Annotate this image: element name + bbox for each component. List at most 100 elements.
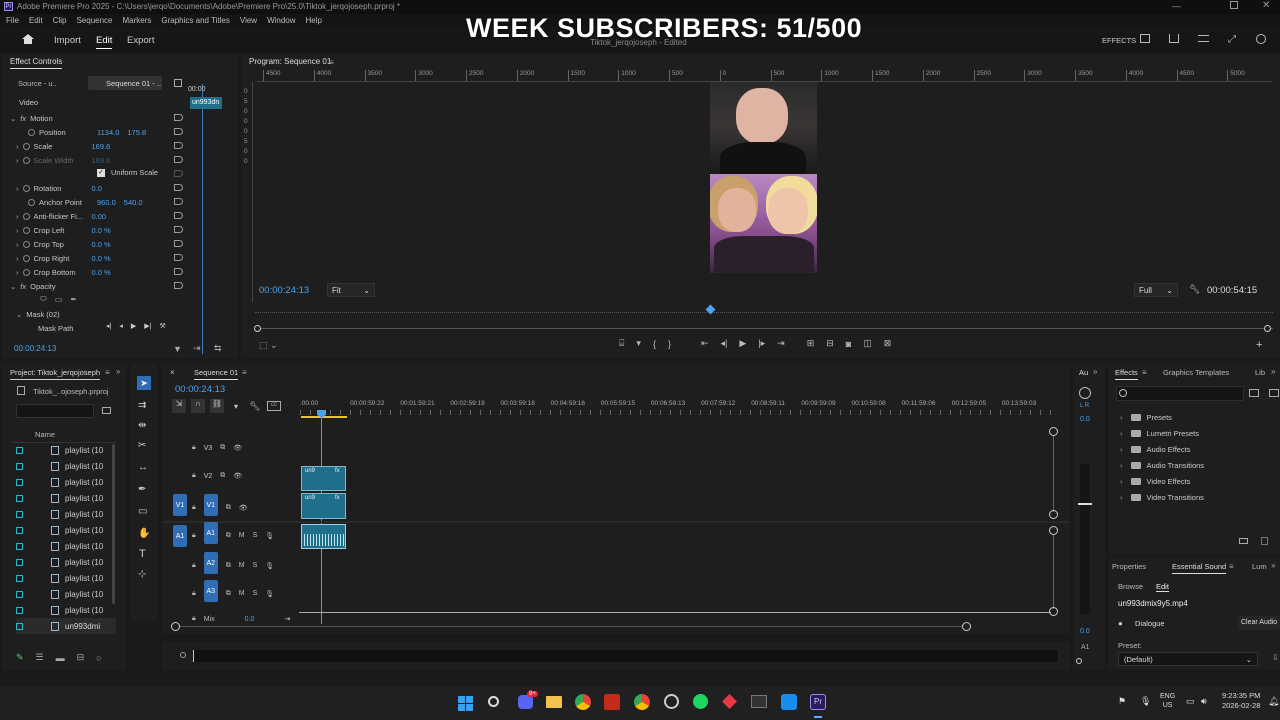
premiere-taskbar-icon[interactable]: Pr bbox=[810, 694, 826, 710]
lift-icon[interactable]: ⌸ bbox=[619, 338, 624, 349]
app-blue-icon[interactable] bbox=[781, 694, 797, 710]
expand-icon[interactable]: » bbox=[1093, 367, 1097, 376]
lock-icon[interactable]: 🔒︎ bbox=[192, 504, 196, 512]
essential-sound-tab[interactable]: Essential Sound bbox=[1172, 562, 1227, 574]
expand-icon[interactable]: » bbox=[116, 367, 120, 376]
timeline-tab[interactable]: Sequence 01 bbox=[194, 368, 239, 380]
add-button-icon[interactable]: + bbox=[1256, 339, 1262, 351]
mark-out-icon[interactable]: } bbox=[668, 339, 671, 349]
obs-icon[interactable] bbox=[664, 694, 679, 709]
sequence-tab[interactable]: Sequence 01 - .. bbox=[88, 76, 162, 90]
effects-folder[interactable]: › Audio Transitions bbox=[1120, 457, 1204, 473]
stopwatch-icon[interactable] bbox=[22, 226, 30, 234]
stopwatch-icon[interactable] bbox=[22, 254, 30, 262]
reset-icon[interactable] bbox=[174, 198, 183, 205]
stopwatch-icon[interactable] bbox=[28, 198, 35, 206]
zoom-slider-icon[interactable]: ○ bbox=[96, 653, 101, 663]
camera-icon[interactable]: ◙ bbox=[846, 339, 851, 349]
32bit-effects-icon[interactable] bbox=[1269, 389, 1279, 397]
captions-icon[interactable]: cc bbox=[267, 401, 281, 411]
essential-menu-icon[interactable]: ≡ bbox=[1229, 562, 1234, 571]
clip-v1[interactable]: un9 fx bbox=[301, 493, 346, 519]
position-row[interactable]: Position 1134.0 175.8 bbox=[28, 126, 184, 138]
menu-icon[interactable] bbox=[1198, 35, 1209, 42]
label-color-icon[interactable] bbox=[16, 622, 23, 630]
track-v1-target[interactable]: V1 bbox=[203, 494, 218, 516]
play-icon[interactable]: ▶ bbox=[739, 338, 746, 349]
a1-source-button[interactable]: A1 bbox=[173, 525, 187, 547]
project-item[interactable]: playlist (10 bbox=[16, 458, 116, 474]
solo-button[interactable]: S bbox=[253, 590, 258, 597]
sync-icon[interactable]: ⧉ bbox=[226, 590, 231, 598]
chevron-right-icon[interactable]: › bbox=[16, 254, 19, 263]
icon-view-icon[interactable]: ▬ bbox=[56, 653, 65, 663]
share-icon[interactable] bbox=[1169, 34, 1179, 43]
reset-icon[interactable] bbox=[174, 142, 183, 149]
label-color-icon[interactable] bbox=[16, 510, 23, 518]
sync-icon[interactable]: ⧉ bbox=[220, 472, 225, 480]
timeline-wrench-icon[interactable]: 🔧︎ bbox=[248, 401, 262, 412]
compare-icon[interactable]: ◫ bbox=[863, 338, 872, 349]
chevron-right-icon[interactable]: › bbox=[1120, 493, 1123, 502]
start-icon[interactable] bbox=[458, 696, 473, 711]
expand-icon[interactable]: » bbox=[1271, 561, 1275, 570]
effects-search-input[interactable] bbox=[1116, 386, 1244, 401]
pencil-icon[interactable]: ✎ bbox=[16, 652, 24, 663]
project-item[interactable]: playlist (10 bbox=[16, 570, 116, 586]
project-item[interactable]: playlist (10 bbox=[16, 522, 116, 538]
reset-icon[interactable] bbox=[174, 268, 183, 275]
mute-button[interactable]: M bbox=[239, 562, 245, 569]
project-item[interactable]: playlist (10 bbox=[16, 538, 116, 554]
project-menu-icon[interactable]: ≡ bbox=[105, 368, 110, 377]
freeform-view-icon[interactable]: ⊟ bbox=[77, 652, 85, 663]
h-scroll-left[interactable] bbox=[171, 622, 180, 631]
notifications-icon[interactable]: 🔔︎ bbox=[1268, 696, 1279, 707]
label-color-icon[interactable] bbox=[16, 606, 23, 614]
workspace-icon[interactable] bbox=[1140, 34, 1150, 43]
volume-icon[interactable]: 🔊︎ bbox=[1201, 696, 1207, 707]
eye-icon[interactable]: 👁︎ bbox=[239, 504, 248, 512]
edit-subtab[interactable]: Edit bbox=[1156, 582, 1169, 592]
chevron-right-icon[interactable]: › bbox=[1120, 461, 1123, 470]
mute-button[interactable]: M bbox=[239, 590, 245, 597]
tracking-wrench-icon[interactable]: ⚒ bbox=[159, 322, 165, 330]
rectangle-tool-icon[interactable]: ▭ bbox=[138, 506, 147, 517]
clip-a1[interactable] bbox=[301, 524, 346, 549]
stopwatch-icon[interactable] bbox=[28, 128, 35, 136]
h-scroll-right[interactable] bbox=[962, 622, 971, 631]
clear-audio-button[interactable]: Clear Audio bbox=[1238, 616, 1280, 630]
expand-arrow-icon[interactable]: ⌄ bbox=[10, 114, 16, 123]
antiflicker-row[interactable]: › Anti-flicker Fi... 0.00 bbox=[16, 210, 184, 222]
type-tool-icon[interactable]: T bbox=[139, 548, 146, 560]
stopwatch-icon[interactable] bbox=[22, 142, 30, 150]
project-scrollbar[interactable] bbox=[112, 444, 115, 604]
fx-icon[interactable]: fx bbox=[20, 282, 26, 291]
lock-icon[interactable]: 🔒︎ bbox=[192, 532, 196, 540]
effects-workspace[interactable]: EFFECTS bbox=[1102, 36, 1136, 45]
fx-icon[interactable]: fx bbox=[20, 114, 26, 123]
export-tab[interactable]: Export bbox=[127, 35, 154, 46]
nest-icon[interactable]: ⇲ bbox=[172, 399, 186, 413]
meter-solo-icon[interactable] bbox=[1076, 658, 1082, 664]
chevron-right-icon[interactable]: › bbox=[1120, 413, 1123, 422]
track-play-icon[interactable]: ▶ bbox=[131, 322, 136, 330]
menu-view[interactable]: View bbox=[240, 16, 257, 25]
resolution-select[interactable]: Full ⌄ bbox=[1134, 283, 1178, 297]
program-timecode[interactable]: 00:00:24:13 bbox=[259, 285, 309, 296]
scale-width-row[interactable]: › Scale Width 169.6 bbox=[16, 154, 184, 166]
chrome-2-icon[interactable] bbox=[634, 694, 650, 710]
taskbar-search-icon[interactable] bbox=[488, 696, 499, 707]
name-column[interactable]: Name bbox=[35, 430, 55, 439]
chevron-right-icon[interactable]: › bbox=[1120, 445, 1123, 454]
label-color-icon[interactable] bbox=[16, 462, 23, 470]
razor-tool-icon[interactable]: ✂ bbox=[138, 440, 146, 451]
effect-controls-tab[interactable]: Effect Controls bbox=[10, 57, 63, 69]
volume-fader[interactable] bbox=[1078, 503, 1092, 505]
marker-icon[interactable]: ▾ bbox=[636, 338, 641, 349]
work-area-bar[interactable] bbox=[301, 416, 347, 418]
v-scrollbar[interactable] bbox=[1053, 436, 1054, 512]
project-item[interactable]: playlist (10 bbox=[16, 506, 116, 522]
chevron-right-icon[interactable]: › bbox=[16, 184, 19, 193]
label-color-icon[interactable] bbox=[16, 590, 23, 598]
maximize-panel-icon[interactable]: ⤢ bbox=[1228, 34, 1236, 45]
